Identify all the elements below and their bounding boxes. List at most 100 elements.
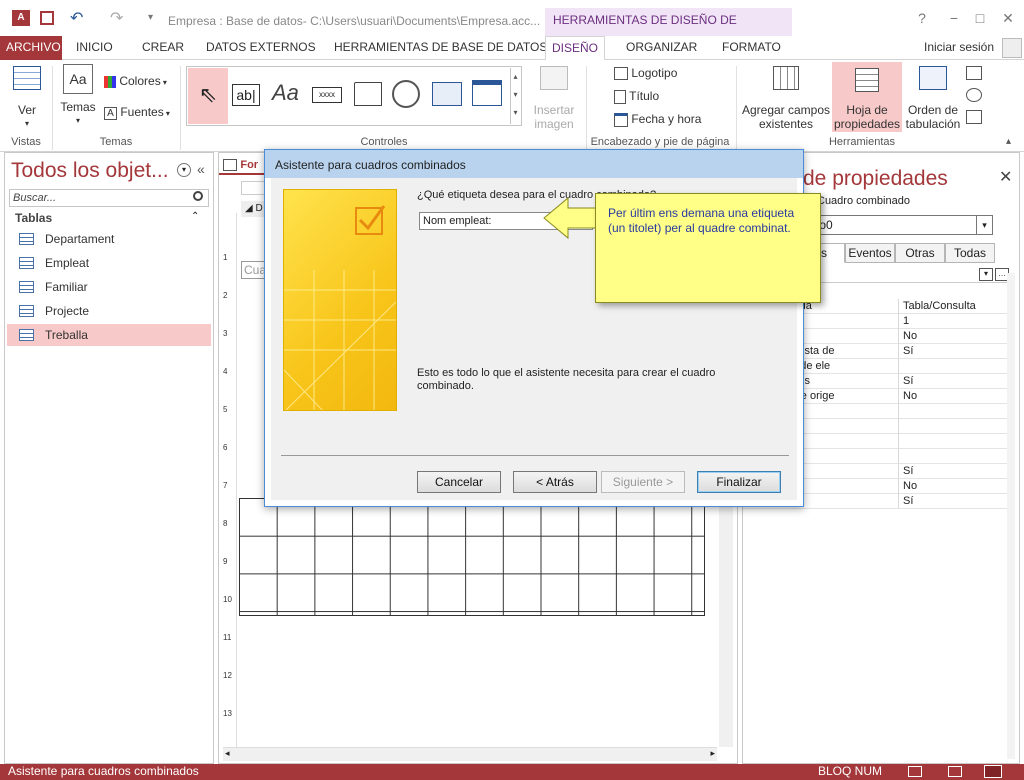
builder-dropdown-icon[interactable]: ▾ (979, 268, 993, 281)
undo-icon[interactable]: ↶ (70, 8, 83, 28)
tab-order-label-2: tabulación (905, 117, 961, 131)
view-label: Ver (17, 103, 36, 117)
design-grid[interactable] (239, 498, 705, 616)
scroll-left-icon[interactable]: ◂ (225, 748, 230, 759)
property-value[interactable]: No (901, 479, 917, 493)
cancel-button[interactable]: Cancelar (417, 471, 501, 493)
themes-label: Temas (60, 100, 96, 114)
back-button[interactable]: < Atrás (513, 471, 597, 493)
tab-crear[interactable]: CREAR (136, 36, 190, 60)
collapse-ribbon-icon[interactable]: ▴ (1006, 136, 1011, 147)
sign-in-link[interactable]: Iniciar sesión (918, 36, 1000, 60)
nav-item-familiar[interactable]: Familiar (7, 276, 211, 298)
property-value[interactable]: No (901, 389, 917, 403)
group-vistas: Vistas (11, 136, 41, 148)
colors-button[interactable]: Colores ▾ (104, 74, 167, 90)
logo-button[interactable]: Logotipo (614, 66, 677, 81)
textbox-control-icon[interactable]: ab| (232, 84, 260, 106)
nav-item-empleat[interactable]: Empleat (7, 252, 211, 274)
title-icon (614, 89, 626, 104)
tab-eventos[interactable]: Eventos (845, 243, 895, 263)
nav-search-input[interactable]: Buscar... (9, 189, 209, 207)
group-herramientas: Herramientas (828, 136, 896, 148)
tab-archivo[interactable]: ARCHIVO (0, 36, 62, 60)
property-value[interactable]: No (901, 329, 917, 343)
property-value[interactable]: Sí (901, 464, 913, 478)
ribbon-tabs: ARCHIVO INICIO CREAR DATOS EXTERNOS HERR… (0, 36, 1024, 61)
help-button[interactable]: ? (912, 10, 932, 26)
nav-section-tablas[interactable]: Tablas (15, 211, 52, 225)
nav-collapse-icon[interactable]: « (197, 161, 205, 177)
property-value[interactable]: Sí (901, 374, 913, 388)
insert-image-label-2: imagen (534, 117, 574, 131)
tab-inicio[interactable]: INICIO (70, 36, 119, 60)
label-control-icon[interactable]: Aa (272, 80, 299, 106)
navigation-control-icon[interactable] (472, 80, 502, 106)
access-app-icon[interactable]: A (12, 10, 30, 26)
tab-order-button[interactable]: Orden de tabulación (904, 66, 962, 131)
form-tab[interactable]: For (219, 153, 269, 175)
property-sheet-scrollbar[interactable] (1007, 273, 1015, 759)
ribbon: Ver ▾ Vistas Aa Temas ▾ Colores ▾ A Fuen… (0, 60, 1024, 152)
customize-toolbar-icon[interactable]: ▾ (148, 12, 153, 23)
nav-menu-dropdown-icon[interactable]: ▾ (177, 163, 191, 177)
tab-organizar[interactable]: ORGANIZAR (620, 36, 703, 60)
colors-label: Colores (119, 74, 161, 88)
view-code-icon[interactable] (966, 66, 982, 80)
object-selector[interactable]: ado0 ▾ (803, 215, 993, 235)
property-value[interactable]: Sí (901, 494, 913, 508)
layout-view-icon[interactable] (948, 766, 962, 777)
title-button[interactable]: Título (614, 89, 659, 104)
tab-diseno[interactable]: DISEÑO (545, 36, 606, 61)
property-sheet-icon (855, 68, 879, 92)
add-fields-icon (773, 66, 799, 90)
property-sheet-button[interactable]: Hoja de propiedades (832, 62, 902, 132)
ruler-tick: 1 (223, 253, 228, 262)
tab-herramientas-bd[interactable]: HERRAMIENTAS DE BASE DE DATOS (328, 36, 553, 60)
nav-item-treballa[interactable]: Treballa (7, 324, 211, 346)
tab-control-icon[interactable] (354, 82, 382, 106)
close-window-button[interactable]: ✕ (998, 10, 1018, 26)
close-property-sheet-icon[interactable]: ✕ (999, 167, 1012, 187)
form-view-icon[interactable] (908, 766, 922, 777)
property-sheet-label-1: Hoja de (846, 103, 888, 117)
horizontal-scrollbar[interactable]: ◂ ▸ (223, 747, 717, 761)
nav-item-label: Treballa (45, 328, 88, 342)
finish-button[interactable]: Finalizar (697, 471, 781, 493)
date-time-button[interactable]: Fecha y hora (614, 112, 701, 127)
fonts-button[interactable]: A Fuentes ▾ (104, 105, 170, 121)
property-value[interactable]: Tabla/Consulta (901, 299, 976, 313)
section-collapse-icon[interactable]: ⌃ (191, 211, 199, 222)
tab-datos-externos[interactable]: DATOS EXTERNOS (200, 36, 322, 60)
tab-otras[interactable]: Otras (895, 243, 945, 263)
hyperlink-control-icon[interactable] (392, 80, 420, 108)
insert-image-button[interactable]: Insertar imagen (526, 66, 582, 131)
select-pointer-icon[interactable]: ⇖ (188, 68, 228, 124)
nav-item-projecte[interactable]: Projecte (7, 300, 211, 322)
add-existing-fields-button[interactable]: Agregar campos existentes (740, 66, 832, 131)
ruler-tick: 5 (223, 405, 228, 414)
minimize-button[interactable]: − (944, 10, 964, 26)
next-button[interactable]: Siguiente > (601, 471, 685, 493)
title-label: Título (629, 89, 660, 103)
redo-icon[interactable]: ↷ (110, 8, 123, 28)
save-icon[interactable] (40, 11, 54, 25)
restore-button[interactable]: □ (970, 10, 990, 26)
property-value[interactable]: 1 (901, 314, 909, 328)
view-button[interactable]: Ver ▾ (8, 66, 46, 131)
nav-pane-title[interactable]: Todos los objet... (11, 159, 169, 183)
themes-button[interactable]: Aa Temas ▾ (58, 64, 98, 128)
user-avatar[interactable] (1002, 38, 1022, 58)
design-view-icon[interactable] (984, 765, 1002, 778)
controls-scroll-icon[interactable]: ▴ ▾ ▾ (510, 68, 520, 124)
search-icon[interactable] (193, 191, 203, 201)
scroll-right-icon[interactable]: ▸ (710, 748, 715, 759)
button-control-icon[interactable]: xxxx (312, 87, 342, 103)
tab-formato[interactable]: FORMATO (716, 36, 787, 60)
web-browser-control-icon[interactable] (432, 82, 462, 106)
nav-item-departament[interactable]: Departament (7, 228, 211, 250)
tab-todas[interactable]: Todas (945, 243, 995, 263)
subform-icon[interactable] (966, 110, 982, 124)
convert-macros-icon[interactable] (966, 88, 982, 102)
property-value[interactable]: Sí (901, 344, 913, 358)
